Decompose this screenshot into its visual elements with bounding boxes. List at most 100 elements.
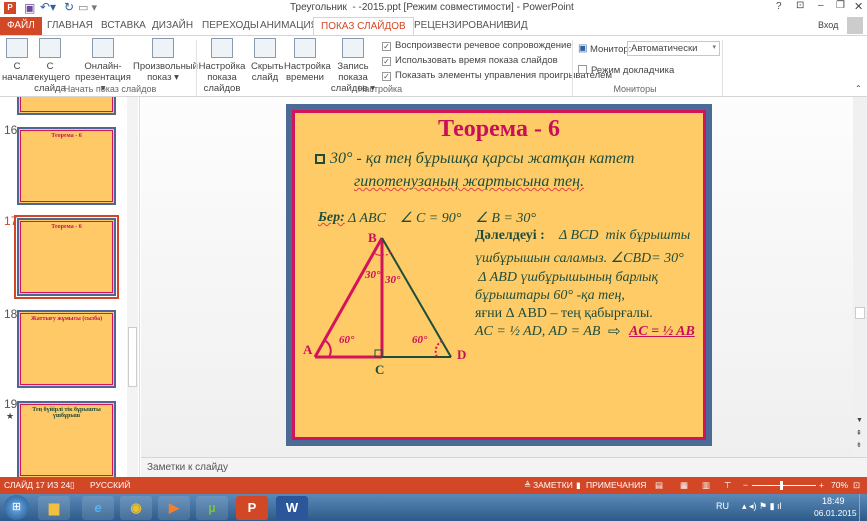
separator xyxy=(722,40,723,96)
from-start-button[interactable]: С начала xyxy=(2,38,33,83)
notes-pane[interactable]: Заметки к слайду xyxy=(141,457,867,477)
slide-thumbnail-19[interactable]: Тең бүйірлі тік бұрышты үшбұрыш xyxy=(17,401,116,477)
point-a-label: A xyxy=(303,342,313,357)
zoom-in-icon[interactable]: + xyxy=(819,480,824,490)
chevron-down-icon: ▾ xyxy=(712,44,716,51)
avatar-icon[interactable] xyxy=(847,17,863,34)
notes-placeholder[interactable]: Заметки к слайду xyxy=(147,462,228,473)
scrollbar-thumb[interactable] xyxy=(128,327,137,387)
chrome-taskbar-icon[interactable]: ◉ xyxy=(120,496,152,520)
hide-slide-icon xyxy=(254,38,276,58)
play-from-current-icon xyxy=(39,38,61,58)
slide[interactable]: Теорема - 6 30° - қа тең бұрышқа қарсы ж… xyxy=(286,104,712,446)
clock-date[interactable]: 06.01.2015 xyxy=(814,508,857,518)
powerpoint-taskbar-icon[interactable]: P xyxy=(236,496,268,520)
thumbnail-number: 17 xyxy=(4,214,18,228)
slideshow-quick-access-icon[interactable]: ▭ ▾ xyxy=(78,1,97,14)
zoom-slider[interactable] xyxy=(752,485,816,486)
minimize-icon[interactable]: – xyxy=(818,0,824,11)
custom-label: Произвольный показ ▾ xyxy=(133,61,198,83)
tab-file[interactable]: ФАЙЛ xyxy=(0,17,42,35)
thumbnail-title: Теорема - 6 xyxy=(51,133,82,139)
powerpoint-logo-icon: P xyxy=(4,2,16,14)
zoom-out-icon[interactable]: − xyxy=(743,480,748,490)
comments-icon[interactable]: ▮ xyxy=(576,480,581,491)
reading-view-icon[interactable]: ▥ xyxy=(702,480,710,491)
tab-view[interactable]: ВИД xyxy=(500,17,535,35)
narrations-checkbox[interactable]: ✓ Воспроизвести речевое сопровождение xyxy=(382,40,572,52)
tab-home[interactable]: ГЛАВНАЯ xyxy=(40,17,100,35)
scrollbar-thumb[interactable] xyxy=(855,307,865,319)
restore-icon[interactable]: ❐ xyxy=(836,0,845,11)
proof-line: Δ BCD тік бұрышты xyxy=(559,228,691,243)
sign-in-link[interactable]: Вход xyxy=(818,20,838,30)
monitor-select[interactable]: Автоматически ▾ xyxy=(627,41,720,56)
implies-arrow-icon: ⇨ xyxy=(608,323,621,340)
slideshow-view-icon[interactable]: ⊤ xyxy=(724,480,731,491)
save-icon[interactable]: ▣ xyxy=(24,1,35,15)
thumbnail-number: 16 xyxy=(4,123,18,137)
tab-slideshow[interactable]: ПОКАЗ СЛАЙДОВ xyxy=(313,17,414,35)
separator xyxy=(572,40,573,96)
proof-line: бұрыштары 60° -қа тең, xyxy=(475,288,625,303)
language-indicator[interactable]: РУССКИЙ xyxy=(90,480,130,490)
slide-sorter-icon[interactable]: ▦ xyxy=(680,480,688,491)
fit-slide-icon[interactable]: ⊡ xyxy=(853,480,860,491)
input-language[interactable]: RU xyxy=(716,501,729,511)
slide-thumbnail-18[interactable]: Жаттығу жұмысы (сызба) xyxy=(17,310,116,388)
zoom-level[interactable]: 70% xyxy=(831,480,848,490)
previous-slide-icon[interactable]: ⇞ xyxy=(856,429,862,437)
internet-explorer-taskbar-icon[interactable]: e xyxy=(82,496,114,520)
thumbnail-number: 18 xyxy=(4,307,18,321)
rehearse-timings-button[interactable]: Настройка времени xyxy=(284,38,331,83)
clock-time[interactable]: 18:49 xyxy=(822,496,845,506)
undo-icon[interactable]: ↶▾ xyxy=(40,0,56,14)
show-desktop-button[interactable] xyxy=(859,494,867,521)
tab-design[interactable]: ДИЗАЙН xyxy=(145,17,200,35)
start-button[interactable]: ⊞ xyxy=(4,495,29,520)
proof-label: Дәлелдеуі : xyxy=(475,228,545,243)
proof-line: Δ ABD үшбұрышының барлық xyxy=(475,270,659,285)
help-icon[interactable]: ? xyxy=(776,1,782,12)
monitor-value: Автоматически xyxy=(631,43,698,54)
scroll-down-icon[interactable]: ▼ xyxy=(856,417,863,424)
redo-icon[interactable]: ↻ xyxy=(64,0,74,14)
custom-show-button[interactable]: Произвольный показ ▾ xyxy=(133,38,198,83)
notes-toggle-icon[interactable]: ≜ xyxy=(524,480,531,491)
tray-icons[interactable]: ▴ ◂) ⚑ ▮ ıl xyxy=(742,501,782,512)
normal-view-icon[interactable]: ▤ xyxy=(655,480,663,491)
close-icon[interactable]: ✕ xyxy=(854,0,863,13)
presenter-view-checkbox[interactable]: Режим докладчика xyxy=(578,65,674,77)
word-taskbar-icon[interactable]: W xyxy=(276,496,308,520)
vertical-scrollbar[interactable]: ▼ ⇞ ⇟ xyxy=(853,97,867,457)
slide-thumbnail-15[interactable] xyxy=(17,97,116,115)
timer-icon xyxy=(294,38,316,58)
slide-thumbnail-16[interactable]: Теорема - 6 xyxy=(17,127,116,205)
ribbon-options-icon[interactable]: ⊡ xyxy=(796,0,804,11)
hide-slide-button[interactable]: Скрыть слайд xyxy=(251,38,283,83)
angle-a-label: 60° xyxy=(339,334,355,346)
window-title: Треугольник - -2015.ppt [Режим совместим… xyxy=(290,2,574,13)
use-timings-checkbox[interactable]: ✓ Использовать время показа слайдов xyxy=(382,55,558,67)
utorrent-taskbar-icon[interactable]: µ xyxy=(196,496,228,520)
slide-counter: СЛАЙД 17 ИЗ 24 xyxy=(4,480,71,490)
chk2-label: Использовать время показа слайдов xyxy=(395,55,558,66)
setup-show-button[interactable]: Настройка показа слайдов xyxy=(193,38,251,94)
comments-button[interactable]: ПРИМЕЧАНИЯ xyxy=(586,480,646,490)
thumbnail-title: Жаттығу жұмысы (сызба) xyxy=(30,316,103,322)
chk1-label: Воспроизвести речевое сопровождение xyxy=(395,40,572,51)
thumbnail-title: Тең бүйірлі тік бұрышты үшбұрыш xyxy=(32,407,101,419)
zoom-slider-thumb[interactable] xyxy=(780,481,783,490)
explorer-taskbar-icon[interactable]: ▆ xyxy=(38,496,70,520)
notes-button[interactable]: ЗАМЕТКИ xyxy=(533,480,573,490)
media-player-taskbar-icon[interactable]: ▶ xyxy=(158,496,190,520)
animation-star-icon: ★ xyxy=(6,411,15,421)
slide-thumbnail-17[interactable]: Теорема - 6 xyxy=(14,215,119,299)
point-b-label: B xyxy=(368,230,377,245)
collapse-ribbon-icon[interactable]: ⌃ xyxy=(855,84,862,93)
thumbnails-scrollbar[interactable] xyxy=(127,97,138,477)
title-bar: P ▣ ↶▾ ↻ ▭ ▾ Треугольник - -2015.ppt [Ре… xyxy=(0,0,867,16)
thumbnail-title: Теорема - 6 xyxy=(51,224,82,230)
spellcheck-icon[interactable]: ▯ xyxy=(70,480,75,491)
next-slide-icon[interactable]: ⇟ xyxy=(856,441,862,449)
